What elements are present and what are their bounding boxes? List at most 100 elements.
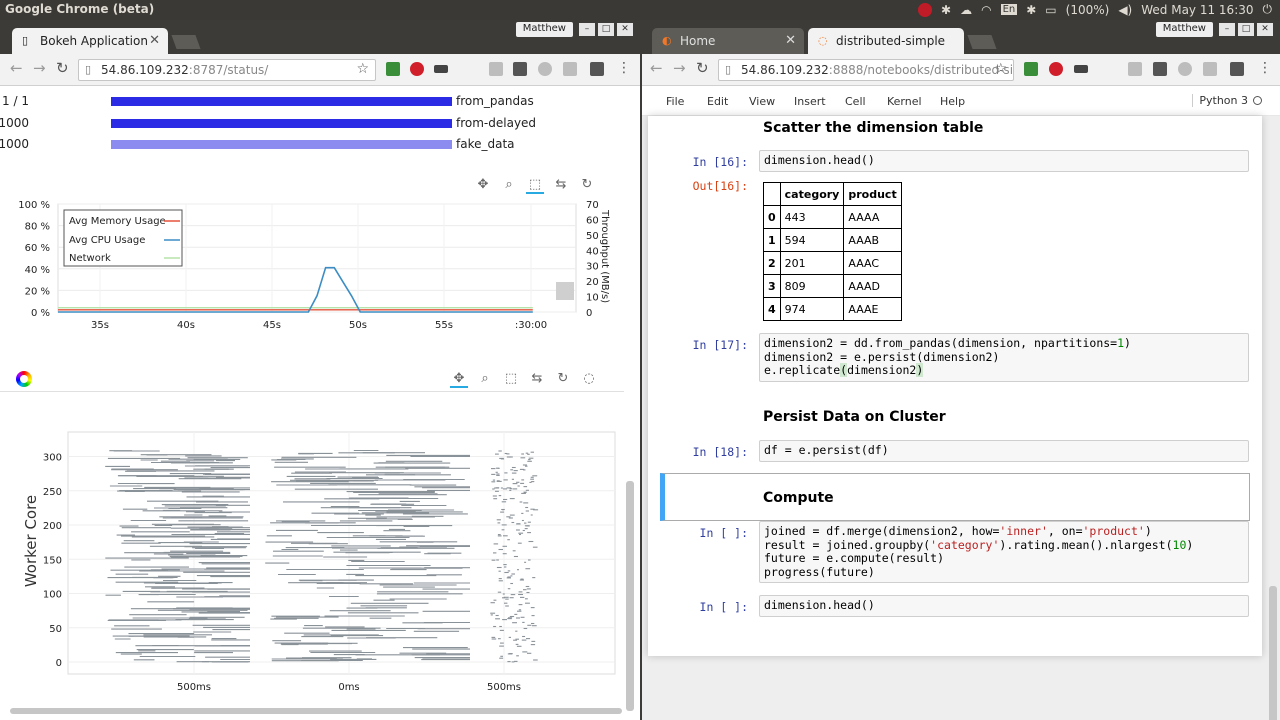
close-tab-icon[interactable]: ✕ bbox=[785, 33, 796, 48]
tab-notebook[interactable]: ◌ distributed-simple bbox=[808, 28, 964, 54]
maximize-button[interactable]: □ bbox=[598, 23, 614, 36]
resize-tool-icon[interactable]: ⇆ bbox=[528, 371, 546, 388]
keyboard-layout[interactable]: En bbox=[1000, 4, 1018, 15]
code-cell[interactable]: dimension.head() bbox=[759, 150, 1249, 172]
extension-icon[interactable] bbox=[1153, 62, 1167, 76]
selected-markdown-cell[interactable] bbox=[660, 473, 1250, 521]
back-icon[interactable]: ← bbox=[650, 61, 663, 76]
horizontal-scrollbar[interactable] bbox=[10, 708, 622, 714]
close-window-button[interactable]: ✕ bbox=[1257, 23, 1273, 36]
record-icon[interactable] bbox=[918, 2, 933, 17]
bluetooth-icon[interactable]: ✱ bbox=[941, 3, 951, 17]
new-tab-button[interactable] bbox=[967, 35, 997, 49]
notebook-container: Scatter the dimension table In [16]: dim… bbox=[648, 116, 1262, 656]
profile-button[interactable]: Matthew bbox=[515, 22, 573, 37]
page-info-icon[interactable]: ▯ bbox=[85, 63, 91, 76]
tab-bokeh[interactable]: ▯ Bokeh Application ✕ bbox=[12, 28, 168, 54]
vertical-scrollbar[interactable] bbox=[1269, 586, 1277, 720]
close-tab-icon[interactable]: ✕ bbox=[149, 33, 160, 48]
wifi-icon[interactable]: ◠ bbox=[981, 3, 991, 17]
progress-count: 1000 / 1000 bbox=[0, 137, 29, 151]
extension-icon[interactable] bbox=[489, 62, 503, 76]
code-text: ) bbox=[1124, 336, 1131, 350]
extension-icon[interactable] bbox=[513, 62, 527, 76]
chrome-menu-icon[interactable]: ⋮ bbox=[617, 61, 631, 76]
minimize-button[interactable]: – bbox=[1219, 23, 1235, 36]
code-cell[interactable]: dimension2 = dd.from_pandas(dimension, n… bbox=[759, 333, 1249, 382]
resource-usage-plot[interactable]: 0 % 20 % 40 % 60 % 80 % 100 % 0 10 20 30 40 50 60 70 3… bbox=[0, 196, 630, 346]
chrome-menu-icon[interactable]: ⋮ bbox=[1258, 61, 1272, 76]
extension-icon[interactable] bbox=[1128, 62, 1142, 76]
battery-icon[interactable]: ▭ bbox=[1045, 3, 1056, 17]
y-tick-label: 250 bbox=[43, 487, 62, 498]
clock[interactable]: Wed May 11 16:30 bbox=[1141, 3, 1253, 17]
wheel-zoom-icon[interactable]: ⌕ bbox=[476, 371, 494, 388]
menu-edit[interactable]: Edit bbox=[707, 95, 728, 108]
code-text: , on= bbox=[1047, 524, 1083, 538]
address-bar[interactable]: ▯ 54.86.109.232:8787/status/ ☆ bbox=[78, 59, 376, 81]
menu-view[interactable]: View bbox=[749, 95, 775, 108]
reload-icon[interactable]: ↻ bbox=[696, 61, 709, 76]
bookmark-star-icon[interactable]: ☆ bbox=[356, 61, 369, 77]
forward-icon[interactable]: → bbox=[33, 61, 46, 76]
tab-title: Home bbox=[680, 34, 716, 48]
code-cell[interactable]: dimension.head() bbox=[759, 595, 1249, 617]
pan-tool-icon[interactable]: ✥ bbox=[474, 177, 492, 194]
power-icon[interactable]: ⏻ bbox=[1263, 2, 1273, 17]
page-info-icon[interactable]: ▯ bbox=[725, 63, 731, 76]
wheel-zoom-icon[interactable]: ⌕ bbox=[500, 177, 518, 194]
box-zoom-icon[interactable]: ⬚ bbox=[502, 371, 520, 388]
header-cell: product bbox=[843, 182, 902, 206]
code-cell[interactable]: joined = df.merge(dimension2, how='inner… bbox=[759, 521, 1249, 583]
volume-icon[interactable]: ◀) bbox=[1118, 3, 1132, 17]
task-stream-plot[interactable]: 0 50 100 150 200 250 300 500ms 0ms 500ms Worker C… bbox=[0, 426, 624, 700]
glasses-icon[interactable] bbox=[434, 65, 448, 73]
back-icon[interactable]: ← bbox=[10, 61, 23, 76]
menu-insert[interactable]: Insert bbox=[794, 95, 826, 108]
maximize-button[interactable]: □ bbox=[1238, 23, 1254, 36]
reset-icon[interactable]: ↻ bbox=[554, 371, 572, 388]
forward-icon[interactable]: → bbox=[673, 61, 686, 76]
extension-icon[interactable] bbox=[563, 62, 577, 76]
hover-tool-icon[interactable]: ◌ bbox=[580, 371, 598, 388]
extension-icon[interactable] bbox=[538, 62, 552, 76]
menu-icon[interactable] bbox=[590, 62, 604, 76]
code-text: progress(future) bbox=[764, 564, 875, 579]
bookmark-star-icon[interactable]: ☆ bbox=[994, 61, 1007, 77]
opera-icon[interactable] bbox=[1049, 62, 1063, 76]
menu-kernel[interactable]: Kernel bbox=[887, 95, 922, 108]
bokeh-logo-icon[interactable] bbox=[16, 371, 32, 387]
code-cell[interactable]: df = e.persist(df) bbox=[759, 440, 1249, 462]
y2-tick-label: 0 bbox=[586, 308, 592, 319]
reload-icon[interactable]: ↻ bbox=[56, 61, 69, 76]
tab-home[interactable]: ◐ Home ✕ bbox=[652, 28, 804, 54]
resize-tool-icon[interactable]: ⇆ bbox=[552, 177, 570, 194]
reset-icon[interactable]: ↻ bbox=[578, 177, 596, 194]
extension-icon[interactable] bbox=[1203, 62, 1217, 76]
profile-button[interactable]: Matthew bbox=[1155, 22, 1213, 37]
glasses-icon[interactable] bbox=[1074, 65, 1088, 73]
extension-icon[interactable] bbox=[386, 62, 400, 76]
bluetooth-status-icon[interactable]: ✱ bbox=[1026, 3, 1036, 17]
menu-cell[interactable]: Cell bbox=[845, 95, 866, 108]
menu-icon[interactable] bbox=[1230, 62, 1244, 76]
new-tab-button[interactable] bbox=[171, 35, 201, 49]
menu-file[interactable]: File bbox=[666, 95, 684, 108]
vertical-scrollbar[interactable] bbox=[626, 481, 634, 711]
y-tick-label: 40 % bbox=[25, 265, 50, 276]
box-zoom-icon[interactable]: ⬚ bbox=[526, 177, 544, 194]
menu-help[interactable]: Help bbox=[940, 95, 965, 108]
cloud-icon[interactable]: ☁ bbox=[960, 3, 972, 17]
close-window-button[interactable]: ✕ bbox=[617, 23, 633, 36]
extension-icon[interactable] bbox=[1024, 62, 1038, 76]
minimize-button[interactable]: – bbox=[579, 23, 595, 36]
resize-handle-icon[interactable] bbox=[556, 282, 574, 300]
y2-tick-label: 60 bbox=[586, 215, 599, 226]
pan-tool-icon[interactable]: ✥ bbox=[450, 371, 468, 388]
address-bar[interactable]: ▯ 54.86.109.232:8888/notebooks/distribut… bbox=[718, 59, 1014, 81]
code-number: 1 bbox=[1117, 336, 1125, 350]
progress-row: 1000 / 1000 fake_data bbox=[0, 135, 560, 155]
extension-icon[interactable] bbox=[1178, 62, 1192, 76]
x-tick-label: 40s bbox=[177, 320, 195, 331]
opera-icon[interactable] bbox=[410, 62, 424, 76]
